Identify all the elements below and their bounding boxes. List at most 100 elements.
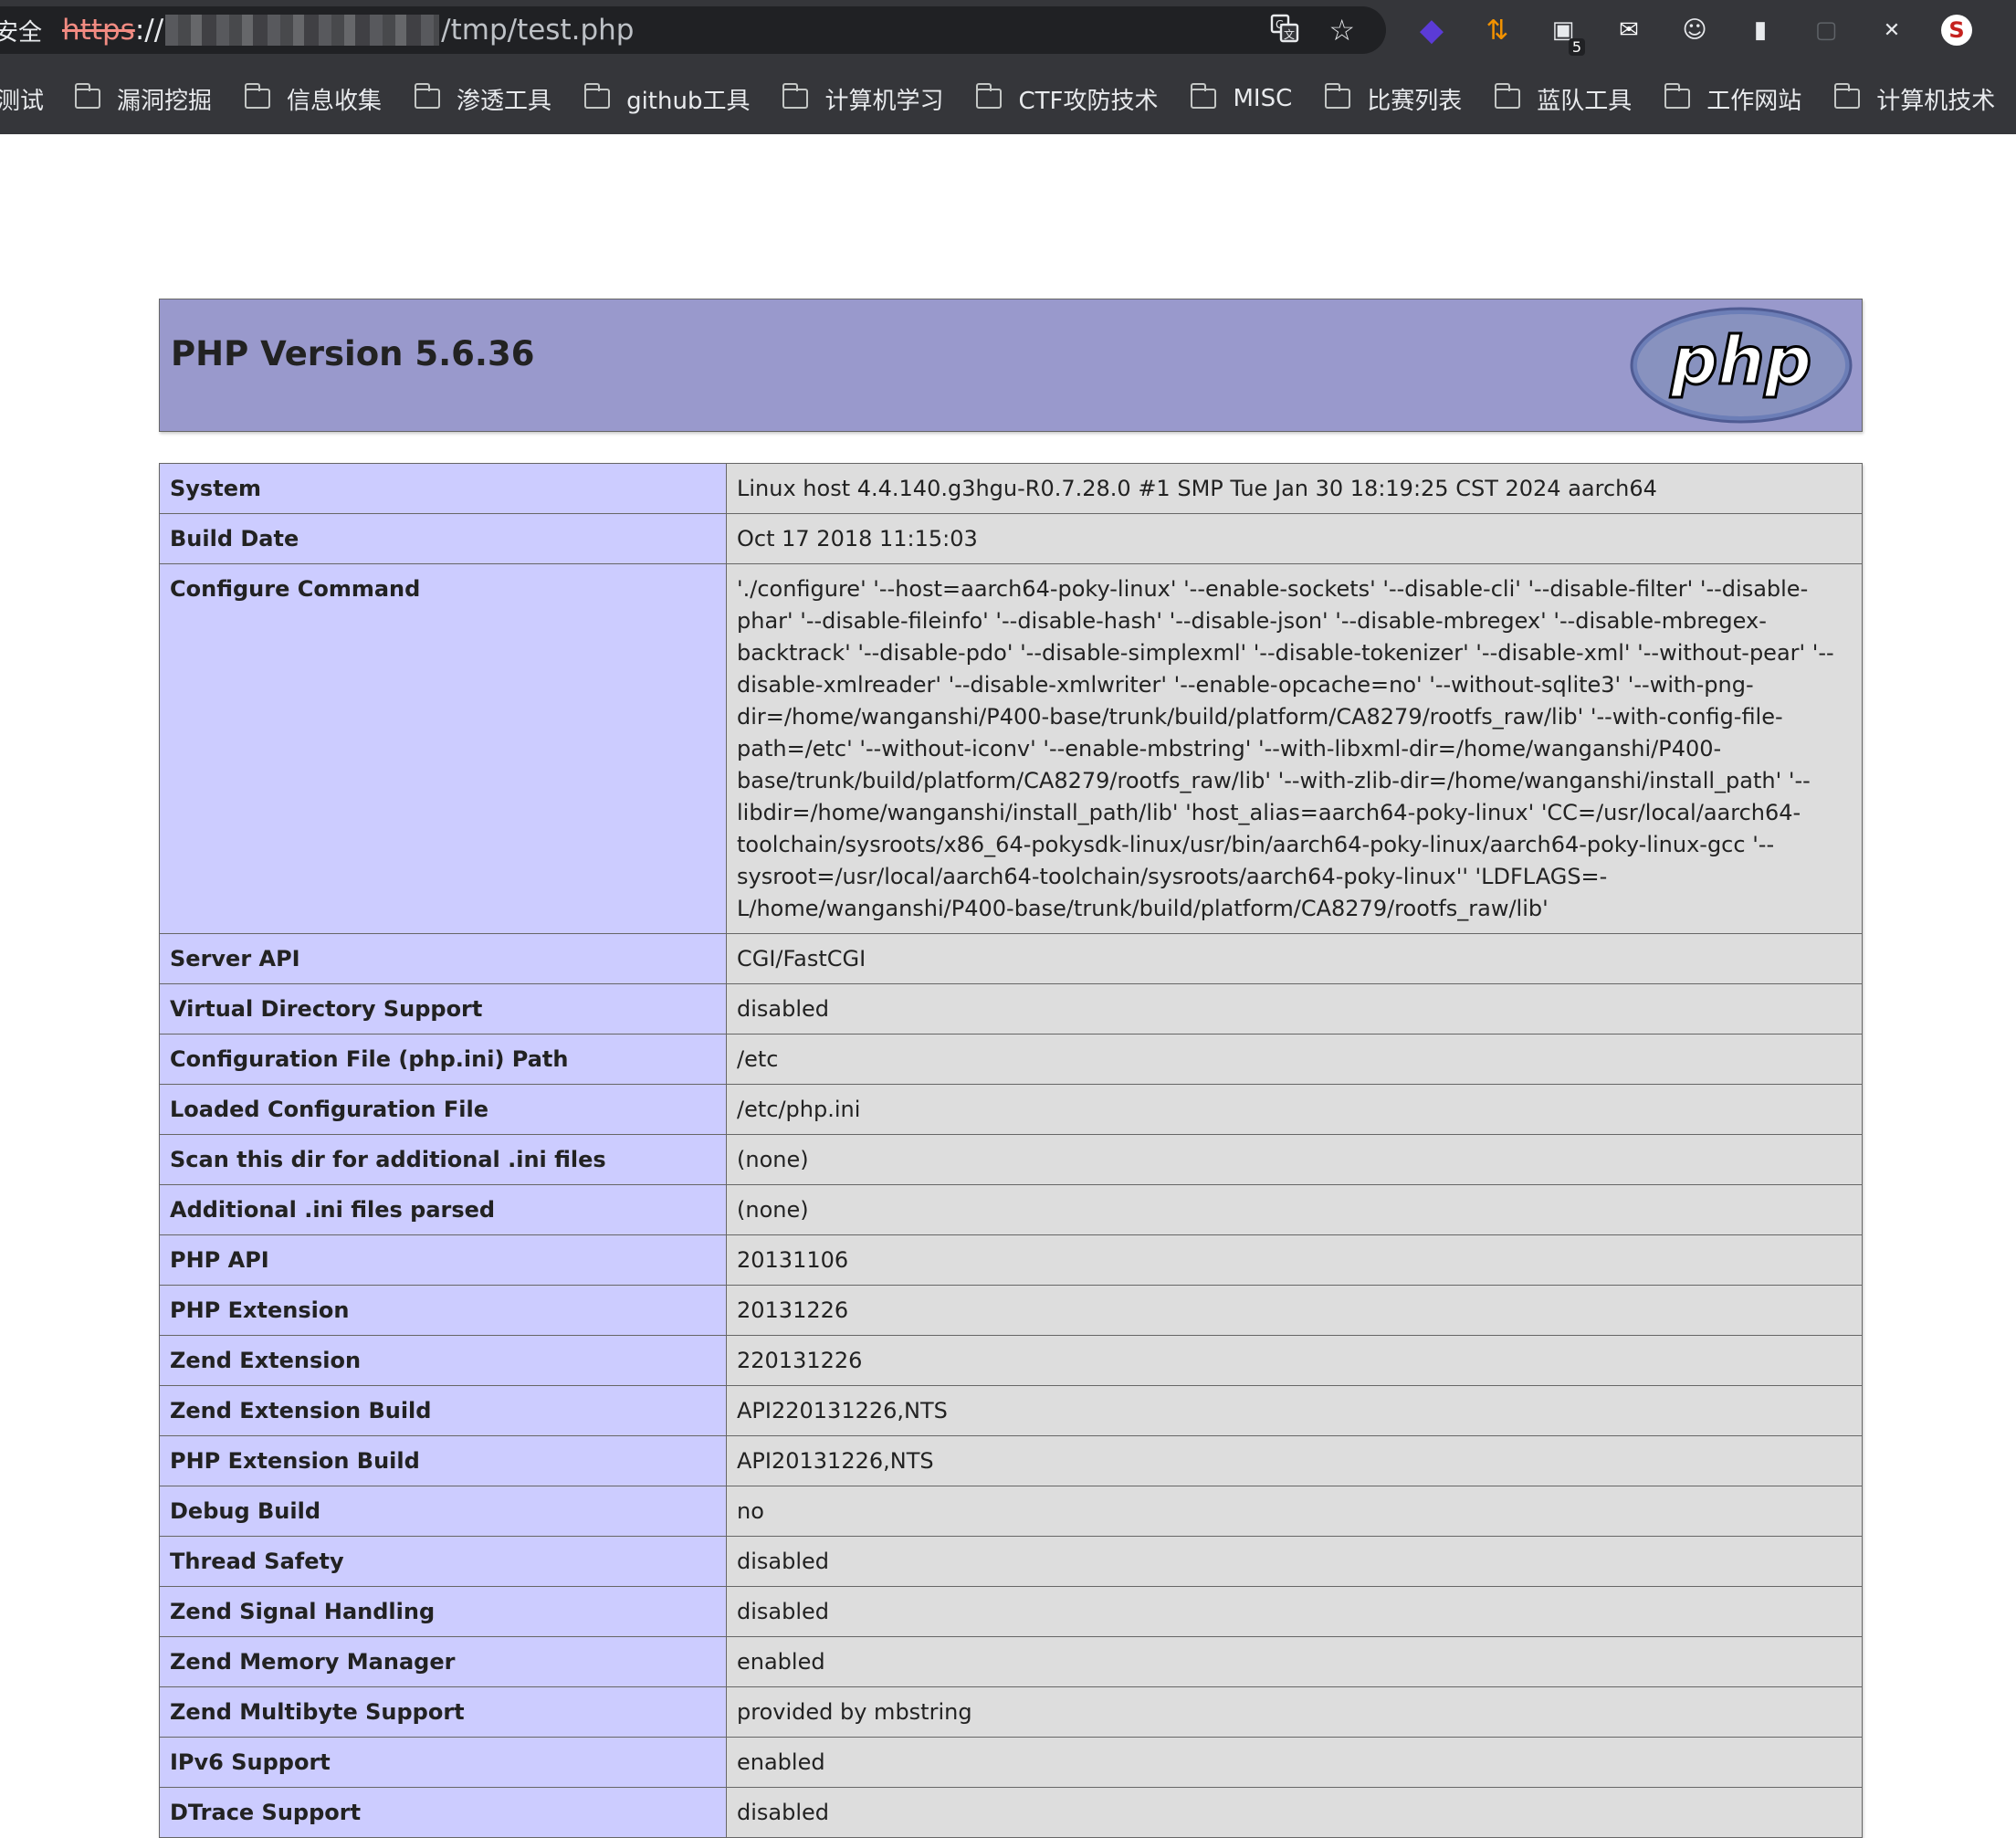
bookmark-label: 测试 xyxy=(0,87,45,115)
dark-square-extension-icon[interactable]: ▢ xyxy=(1810,14,1843,47)
table-row: Thread Safety disabled xyxy=(159,1536,1863,1587)
folder-icon xyxy=(1190,83,1217,109)
x-extension-icon[interactable]: ✕ xyxy=(1875,14,1908,47)
bookmark-folder[interactable]: 计算机技术 xyxy=(1833,82,1996,116)
bookmark-folder[interactable]: CTF攻防技术 xyxy=(975,82,1159,116)
row-value: no xyxy=(726,1486,1863,1537)
php-logo-text: php xyxy=(1670,322,1811,399)
bookmark-folder[interactable]: 比赛列表 xyxy=(1324,82,1463,116)
folder-icon xyxy=(1494,83,1521,109)
folder-icon xyxy=(74,83,101,109)
notes-extension-icon[interactable]: ▣ 5 xyxy=(1547,14,1585,56)
row-value: disabled xyxy=(726,1586,1863,1637)
table-row: IPv6 Support enabled xyxy=(159,1737,1863,1788)
nerd-face-extension-icon[interactable]: ☺ xyxy=(1678,14,1711,47)
table-row: Zend Signal Handling disabled xyxy=(159,1586,1863,1637)
bookmark-folder[interactable]: github工具 xyxy=(583,82,750,116)
folder-icon xyxy=(1833,83,1861,109)
table-row: DTrace Support disabled xyxy=(159,1787,1863,1838)
row-key: Zend Signal Handling xyxy=(159,1586,727,1637)
bookmark-label: 计算机技术 xyxy=(1876,87,1996,115)
php-info-table: System Linux host 4.4.140.g3hgu-R0.7.28.0… xyxy=(159,463,1863,1838)
row-key: Zend Memory Manager xyxy=(159,1636,727,1687)
star-icon[interactable]: ☆ xyxy=(1328,16,1355,45)
row-value: /etc xyxy=(726,1034,1863,1085)
table-row: Scan this dir for additional .ini files(… xyxy=(159,1134,1863,1185)
table-row: Virtual Directory Support disabled xyxy=(159,983,1863,1035)
wechat-extension-icon[interactable]: ✉ xyxy=(1612,14,1645,47)
translate-icon[interactable]: G文 xyxy=(1270,14,1299,47)
bookmark-folder[interactable]: 渗透工具 xyxy=(414,82,551,116)
folder-icon xyxy=(583,83,611,109)
row-value: 20131226 xyxy=(726,1285,1863,1336)
row-value: provided by mbstring xyxy=(726,1686,1863,1738)
row-value: API20131226,NTS xyxy=(726,1435,1863,1486)
row-value: API220131226,NTS xyxy=(726,1385,1863,1436)
table-row: Zend Extension 220131226 xyxy=(159,1335,1863,1386)
table-row: PHP Extension Build API20131226,NTS xyxy=(159,1435,1863,1486)
folder-icon xyxy=(782,83,809,109)
bookmark-folder[interactable]: 工作网站 xyxy=(1664,82,1801,116)
row-key: Zend Extension xyxy=(159,1335,727,1386)
row-value: './configure' '--host=aarch64-poky-linux… xyxy=(726,563,1863,934)
table-row: Additional .ini files parsed (none) xyxy=(159,1184,1863,1235)
page-title: PHP Version 5.6.36 xyxy=(171,334,535,373)
url-text[interactable]: https:// /tmp/test.php xyxy=(62,14,634,47)
bookmark-folder[interactable]: 计算机学习 xyxy=(782,82,943,116)
row-value: disabled xyxy=(726,1787,1863,1838)
row-key: PHP API xyxy=(159,1234,727,1286)
extensions-toolbar: ◆ ⇅ ▣ 5 ✉ ☺ ▮ ▢ ✕ S xyxy=(1415,9,1972,56)
omnibox[interactable]: 安全 https:// /tmp/test.php G文 ☆ xyxy=(0,6,1386,54)
bookmark-item[interactable]: 测试 xyxy=(0,82,44,116)
row-key: Server API xyxy=(159,933,727,984)
bookmark-label: CTF攻防技术 xyxy=(1018,87,1159,115)
row-value: enabled xyxy=(726,1636,1863,1687)
url-scheme: https xyxy=(62,14,135,47)
url-separator: :// xyxy=(134,14,164,47)
security-label[interactable]: 安全 xyxy=(0,14,42,47)
row-value: disabled xyxy=(726,1536,1863,1587)
table-row: PHP API 20131106 xyxy=(159,1234,1863,1286)
row-key: PHP Extension Build xyxy=(159,1435,727,1486)
bookmark-folder[interactable]: 蓝队工具 xyxy=(1494,82,1633,116)
folder-icon xyxy=(975,83,1003,109)
row-value: /etc/php.ini xyxy=(726,1084,1863,1135)
row-value: (none) xyxy=(726,1184,1863,1235)
row-value: Linux host 4.4.140.g3hgu-R0.7.28.0 #1 SM… xyxy=(726,463,1863,514)
row-key: Virtual Directory Support xyxy=(159,983,727,1035)
browser-chrome: 安全 https:// /tmp/test.php G文 ☆ ◆ ⇅ ▣ 5 ✉ ☺… xyxy=(0,0,2016,134)
php-logo-icon[interactable]: php xyxy=(1630,307,1853,424)
row-value: enabled xyxy=(726,1737,1863,1788)
bookmarks-bar: 测试 漏洞挖掘 信息收集 渗透工具 github工具 计算机学习 CTF攻防技术… xyxy=(0,80,2016,117)
table-row: Configure Command './configure' '--host=a… xyxy=(159,563,1863,934)
row-key: Build Date xyxy=(159,513,727,564)
bookmark-label: 蓝队工具 xyxy=(1537,87,1633,115)
bookmark-label: 比赛列表 xyxy=(1367,87,1463,115)
mouse-extension-icon[interactable]: ▮ xyxy=(1744,14,1777,47)
redacted-host xyxy=(165,15,440,46)
row-key: DTrace Support xyxy=(159,1787,727,1838)
address-bar-row: 安全 https:// /tmp/test.php G文 ☆ ◆ ⇅ ▣ 5 ✉ ☺… xyxy=(0,0,2016,60)
bookmark-label: 计算机学习 xyxy=(824,87,944,115)
bookmark-folder[interactable]: MISC xyxy=(1190,83,1292,112)
table-row: Debug Build no xyxy=(159,1486,1863,1537)
bookmark-folder[interactable]: 漏洞挖掘 xyxy=(74,82,212,116)
row-value: disabled xyxy=(726,983,1863,1035)
row-value: Oct 17 2018 11:15:03 xyxy=(726,513,1863,564)
sort-arrows-extension-icon[interactable]: ⇅ xyxy=(1481,14,1514,47)
bookmark-folder[interactable]: 信息收集 xyxy=(244,82,382,116)
row-key: Thread Safety xyxy=(159,1536,727,1587)
row-key: Configure Command xyxy=(159,563,727,934)
folder-icon xyxy=(414,83,441,109)
php-version-header: PHP Version 5.6.36 php xyxy=(159,299,1863,432)
omnibox-icons: G文 ☆ xyxy=(1270,6,1355,54)
folder-icon xyxy=(1324,83,1351,109)
row-key: Loaded Configuration File xyxy=(159,1084,727,1135)
table-row: Zend Memory Manager enabled xyxy=(159,1636,1863,1687)
row-value: (none) xyxy=(726,1134,1863,1185)
row-key: IPv6 Support xyxy=(159,1737,727,1788)
red-s-extension-icon[interactable]: S xyxy=(1941,15,1972,46)
purple-cube-extension-icon[interactable]: ◆ xyxy=(1415,12,1448,48)
table-row: Configuration File (php.ini) Path/etc xyxy=(159,1034,1863,1085)
svg-text:文: 文 xyxy=(1284,27,1295,41)
